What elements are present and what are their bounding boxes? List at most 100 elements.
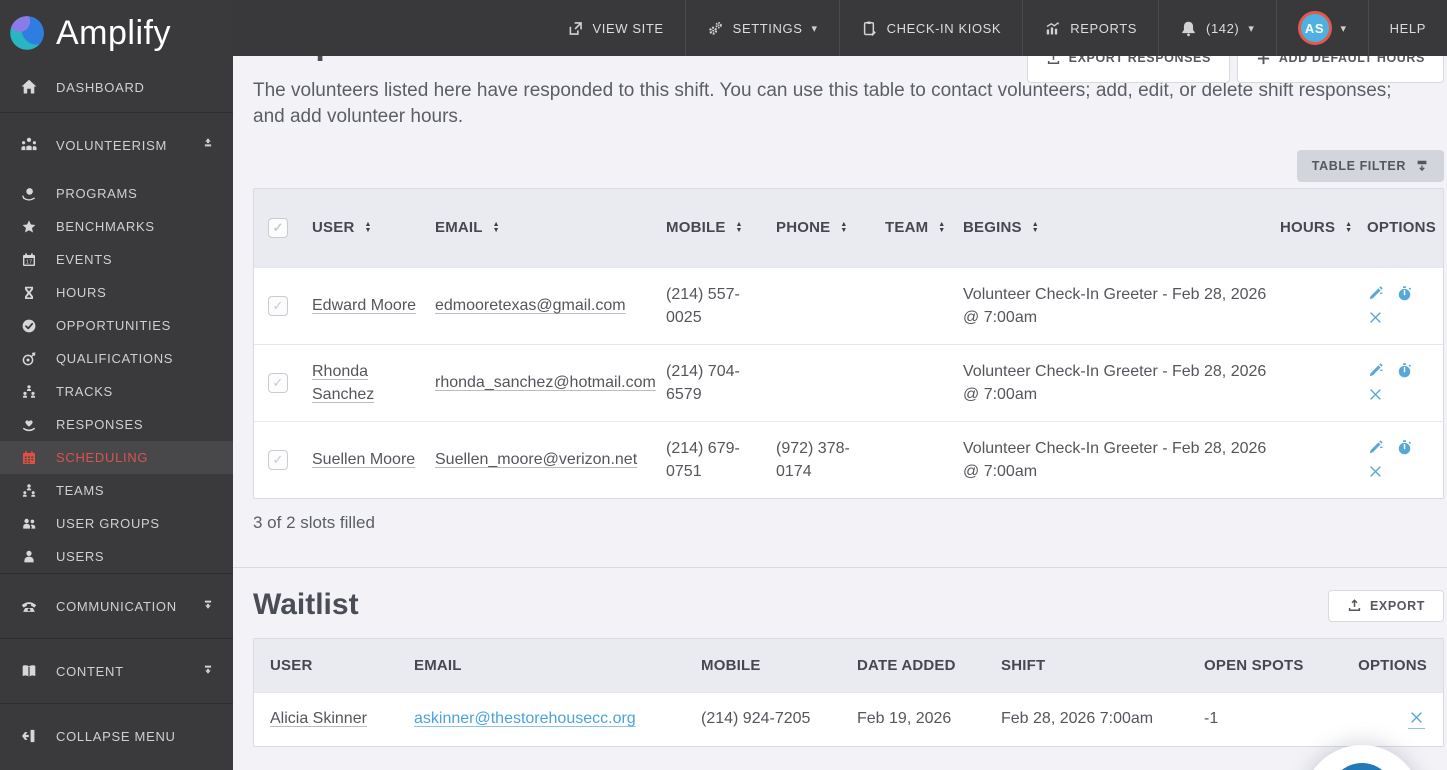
collapse-section-icon[interactable] (201, 136, 215, 155)
edit-icon[interactable] (1367, 439, 1384, 456)
col-team[interactable]: TEAM ▲ ▼ (885, 189, 963, 267)
user-link[interactable]: Suellen Moore (312, 451, 415, 468)
sidebar-item-user-groups[interactable]: USER GROUPS (0, 507, 233, 540)
sort-icon[interactable]: ▲ ▼ (1032, 221, 1039, 234)
sidebar-item-tracks[interactable]: TRACKS (0, 375, 233, 408)
star-icon (16, 219, 42, 235)
options-cell (1367, 266, 1443, 344)
view-site-button[interactable]: VIEW SITE (546, 0, 685, 56)
sidebar-item-scheduling[interactable]: SCHEDULING (0, 441, 233, 474)
edit-icon[interactable] (1367, 285, 1384, 302)
globe-hand-icon (16, 186, 42, 202)
sidebar-item-programs[interactable]: PROGRAMS (0, 177, 233, 210)
col-mobile[interactable]: MOBILE ▲ ▼ (666, 189, 776, 267)
user-link[interactable]: Rhonda Sanchez (312, 363, 374, 403)
row-checkbox[interactable]: ✓ (268, 449, 288, 470)
sort-icon[interactable]: ▲ ▼ (1345, 221, 1352, 234)
email-link[interactable]: edmooretexas@gmail.com (435, 297, 626, 314)
waitlist-table: USER EMAIL MOBILE DATE ADDED SHIFT OPEN … (254, 638, 1443, 746)
account-menu[interactable]: AS ▾ (1275, 0, 1368, 56)
expand-section-icon[interactable] (201, 662, 215, 681)
sidebar-item-opportunities[interactable]: OPPORTUNITIES (0, 309, 233, 342)
collapse-arrow-icon (16, 727, 42, 745)
waitlist-header-row: USER EMAIL MOBILE DATE ADDED SHIFT OPEN … (254, 638, 1443, 693)
avatar[interactable]: AS (1297, 11, 1332, 45)
email-link[interactable]: Suellen_moore@verizon.net (435, 451, 637, 468)
sidebar-item-label: TRACKS (56, 384, 113, 399)
volunteerism-subnav: PROGRAMS BENCHMARKS 17 EVENTS HOURS OPPO… (0, 177, 233, 573)
waitlist-export-button[interactable]: EXPORT (1328, 589, 1444, 622)
reports-button[interactable]: REPORTS (1022, 0, 1158, 56)
sidebar-item-label: QUALIFICATIONS (56, 351, 174, 366)
settings-menu[interactable]: SETTINGS ▾ (684, 0, 839, 56)
team-cell (885, 266, 963, 344)
col-email[interactable]: EMAIL ▲ ▼ (435, 189, 666, 267)
sidebar-item-teams[interactable]: TEAMS (0, 474, 233, 507)
brand-logo[interactable]: Amplify (0, 0, 233, 62)
sidebar-item-communication[interactable]: COMMUNICATION (0, 574, 233, 638)
delete-icon[interactable] (1367, 386, 1384, 403)
col-email: EMAIL (414, 638, 701, 693)
caret-down-icon: ▾ (1248, 22, 1255, 35)
notifications-menu[interactable]: (142) ▾ (1158, 0, 1275, 56)
sidebar-item-users[interactable]: USERS (0, 540, 233, 573)
row-checkbox[interactable]: ✓ (268, 295, 288, 316)
email-link[interactable]: askinner@thestorehousecc.org (414, 710, 636, 727)
col-hours[interactable]: HOURS ▲ ▼ (1280, 189, 1367, 267)
clipboard-pencil-icon (863, 20, 876, 36)
sort-desc-icon: ▼ (492, 227, 500, 235)
waitlist-header: Waitlist EXPORT (253, 588, 1444, 622)
timer-icon[interactable] (1396, 362, 1413, 379)
col-options: OPTIONS (1346, 638, 1443, 693)
col-phone[interactable]: PHONE ▲ ▼ (776, 189, 885, 267)
user-link[interactable]: Alicia Skinner (270, 710, 367, 727)
hours-cell (1280, 266, 1367, 344)
checkin-kiosk-button[interactable]: CHECK-IN KIOSK (838, 0, 1023, 56)
sidebar-item-qualifications[interactable]: QUALIFICATIONS (0, 342, 233, 375)
waitlist-title: Waitlist (253, 587, 359, 621)
sort-icon[interactable]: ▲ ▼ (938, 221, 945, 234)
user-link[interactable]: Edward Moore (312, 297, 416, 314)
sidebar-item-dashboard[interactable]: DASHBOARD (0, 62, 233, 112)
hourglass-icon (16, 285, 42, 301)
caret-down-icon: ▾ (1340, 22, 1347, 35)
help-button[interactable]: HELP (1367, 0, 1447, 56)
delete-icon[interactable] (1367, 309, 1384, 326)
timer-icon[interactable] (1396, 285, 1413, 302)
edit-icon[interactable] (1367, 362, 1384, 379)
col-email-label: EMAIL (435, 219, 483, 237)
hands-heart-icon (16, 417, 42, 433)
sort-icon[interactable]: ▲ ▼ (840, 221, 847, 234)
sort-icon[interactable]: ▲ ▼ (364, 221, 371, 234)
col-begins[interactable]: BEGINS ▲ ▼ (963, 189, 1280, 267)
people-tree-icon (16, 384, 42, 400)
table-filter-label: TABLE FILTER (1311, 159, 1406, 173)
shift-cell: Feb 28, 2026 7:00am (1001, 692, 1204, 746)
sidebar-item-benchmarks[interactable]: BENCHMARKS (0, 210, 233, 243)
table-filter-button[interactable]: TABLE FILTER (1296, 150, 1444, 182)
sidebar-item-volunteerism[interactable]: VOLUNTEERISM (0, 113, 233, 177)
sidebar-item-events[interactable]: 17 EVENTS (0, 243, 233, 276)
col-mobile-label: MOBILE (666, 219, 726, 237)
email-cell: Suellen_moore@verizon.net (435, 420, 666, 498)
sort-icon[interactable]: ▲ ▼ (492, 221, 500, 235)
sidebar-item-content[interactable]: CONTENT (0, 639, 233, 703)
col-mobile: MOBILE (701, 638, 857, 693)
expand-section-icon[interactable] (201, 597, 215, 616)
select-all-checkbox[interactable]: ✓ (268, 217, 288, 238)
email-link[interactable]: rhonda_sanchez@hotmail.com (435, 374, 656, 391)
sidebar-item-hours[interactable]: HOURS (0, 276, 233, 309)
sort-icon[interactable]: ▲ ▼ (736, 221, 743, 234)
scheduling-calendar-icon (16, 450, 42, 466)
delete-icon[interactable] (1408, 709, 1425, 730)
row-checkbox[interactable]: ✓ (268, 372, 288, 393)
check-icon: ✓ (272, 219, 284, 235)
delete-icon[interactable] (1367, 463, 1384, 480)
phone-cell (776, 266, 885, 344)
sidebar-item-collapse-menu[interactable]: COLLAPSE MENU (0, 704, 233, 768)
sidebar-item-responses[interactable]: RESPONSES (0, 408, 233, 441)
timer-icon[interactable] (1396, 439, 1413, 456)
waitlist-section: Waitlist EXPORT USER EMAIL MOBILE DATE A… (233, 588, 1447, 747)
col-user[interactable]: USER ▲ ▼ (312, 189, 435, 267)
reports-label: REPORTS (1070, 20, 1138, 36)
